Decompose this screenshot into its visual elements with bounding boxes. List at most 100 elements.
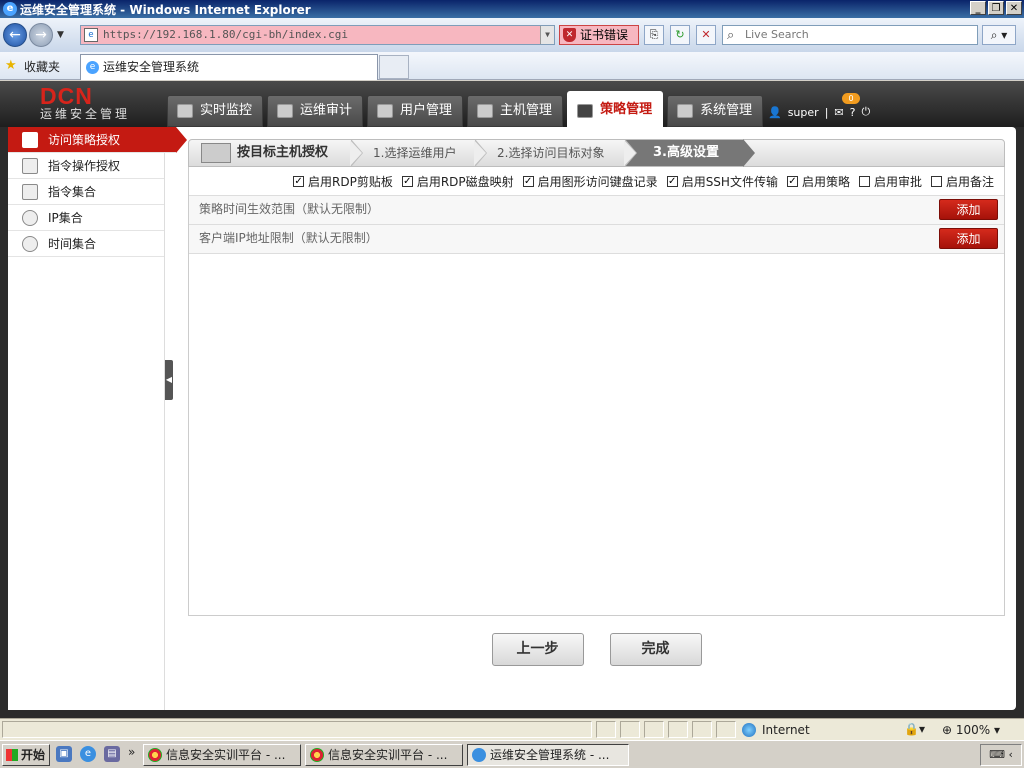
restore-button[interactable]: ❐ [988,1,1004,15]
taskbar-item[interactable]: 信息安全实训平台 - ... [143,744,301,766]
step-select-targets[interactable]: 2.选择访问目标对象 [475,139,637,167]
tray-expand-icon[interactable]: ‹ [1008,748,1012,761]
close-window-button[interactable]: ✕ [1006,1,1022,15]
new-tab-button[interactable] [379,55,409,79]
browser-tab[interactable]: e 运维安全管理系统 [80,54,378,80]
step-select-users[interactable]: 1.选择运维用户 [351,139,487,167]
chrome-icon [310,748,324,762]
checkbox[interactable]: ✓ [786,175,798,187]
keyboard-icon[interactable]: ⌨ [989,748,1005,761]
host-icon [477,104,494,118]
sidebar-item-label: IP集合 [48,211,83,225]
checkbox[interactable]: ✓ [293,175,305,187]
nav-tab-policy[interactable]: 策略管理 [567,91,664,127]
checkbox[interactable] [930,175,942,187]
refresh-icon[interactable]: ↻ [670,25,690,45]
sidebar-collapse-handle[interactable]: ◀ [165,360,173,400]
windows-logo-icon [6,749,18,761]
mail-icon[interactable]: ✉ [834,106,843,119]
certificate-error-button[interactable]: ✕ 证书错误 [559,25,639,45]
cert-error-label: 证书错误 [580,28,629,42]
option-label: 启用RDP磁盘映射 [416,174,514,189]
minimize-button[interactable]: _ [970,1,986,15]
checkbox[interactable]: ✓ [522,175,534,187]
ip-set-icon [22,210,38,226]
sidebar-item-time-set[interactable]: 时间集合 [8,231,164,257]
main-nav: 实时监控 运维审计 用户管理 主机管理 策略管理 系统管理 [167,91,764,131]
prev-button[interactable]: 上一步 [491,633,584,666]
time-range-label: 策略时间生效范围（默认无限制） [199,202,380,216]
browser-statusbar: Internet 🔒▾ ⊕ 100% ▾ [0,718,1024,740]
finish-button[interactable]: 完成 [609,633,702,666]
settings-panel: ✓ 启用RDP剪贴板 ✓ 启用RDP磁盘映射 ✓ 启用图形访问键盘记录 ✓ 启用SSH文… [188,167,1005,616]
nav-tab-audit[interactable]: 运维审计 [267,95,364,127]
checkbox[interactable] [858,175,870,187]
option-rdp-disk[interactable]: ✓ 启用RDP磁盘映射 [401,173,514,190]
user-area: 👤 super | ✉ ? ⏻ [768,105,870,119]
users-icon [377,104,394,118]
address-input[interactable]: e https://192.168.1.80/cgi-bh/index.cgi … [80,25,555,45]
chrome-icon [148,748,162,762]
forward-button[interactable]: → [29,23,53,47]
address-dropdown-icon[interactable]: ▼ [540,26,554,44]
task-label: 信息安全实训平台 - ... [166,748,286,762]
zoom-control[interactable]: ⊕ 100% ▾ [942,722,1000,738]
command-auth-icon [22,158,38,174]
ie-icon [472,748,486,762]
taskbar-item[interactable]: 信息安全实训平台 - ... [305,744,463,766]
quicklaunch-more-icon[interactable]: » [128,745,135,759]
system-tray[interactable]: ⌨ ‹ [980,744,1022,766]
option-rdp-clipboard[interactable]: ✓ 启用RDP剪贴板 [293,173,393,190]
stop-icon[interactable]: ✕ [696,25,716,45]
status-cell [596,721,616,738]
checkbox[interactable]: ✓ [666,175,678,187]
show-desktop-icon[interactable]: ▣ [56,746,72,762]
sidebar-item-label: 时间集合 [48,237,97,251]
back-button[interactable]: ← [3,23,27,47]
message-count-badge: 0 [842,93,860,104]
option-remark[interactable]: 启用备注 [930,173,994,190]
step-label: 3.高级设置 [653,145,719,160]
option-keylog[interactable]: ✓ 启用图形访问键盘记录 [522,173,658,190]
monitor-icon [177,104,193,118]
nav-tab-users[interactable]: 用户管理 [367,95,464,127]
sidebar-item-command-auth[interactable]: 指令操作授权 [8,153,164,179]
logo-text: DCN [40,83,93,109]
taskbar-item-active[interactable]: 运维安全管理系统 - ... [467,744,629,766]
option-ssh-transfer[interactable]: ✓ 启用SSH文件传输 [666,173,778,190]
nav-tab-monitor[interactable]: 实时监控 [167,95,264,127]
favorites-label[interactable]: 收藏夹 [24,58,60,75]
search-input[interactable]: ⌕ Live Search [722,25,978,45]
add-time-range-button[interactable]: 添加 [939,199,998,220]
sidebar-item-ip-set[interactable]: IP集合 [8,205,164,231]
option-enable-policy[interactable]: ✓ 启用策略 [786,173,850,190]
option-approval[interactable]: 启用审批 [858,173,922,190]
username[interactable]: super [788,106,819,119]
favorites-star-icon[interactable]: ★ [5,58,17,73]
step-advanced-settings[interactable]: 3.高级设置 [625,139,755,167]
start-button[interactable]: 开始 [2,744,50,766]
nav-tab-system[interactable]: 系统管理 [667,95,764,127]
sidebar-item-access-policy[interactable]: 访问策略授权 [8,127,187,153]
add-client-ip-button[interactable]: 添加 [939,228,998,249]
sidebar-item-command-set[interactable]: 指令集合 [8,179,164,205]
nav-tab-hosts[interactable]: 主机管理 [467,95,564,127]
compatibility-icon[interactable]: ⎘ [644,25,664,45]
app-frame: DCN 运维安全管理 实时监控 运维审计 用户管理 主机管理 策略管理 系统管理… [0,81,1024,718]
nav-label: 主机管理 [500,103,553,118]
window-controls: _ ❐ ✕ [970,1,1022,15]
search-button[interactable]: ⌕ ▾ [982,25,1016,45]
policy-icon [577,104,594,118]
logout-icon[interactable]: ⏻ [861,105,870,119]
nav-label: 实时监控 [200,103,253,118]
checkbox[interactable]: ✓ [401,175,413,187]
status-cell [644,721,664,738]
history-dropdown-icon[interactable]: ▼ [57,30,64,40]
taskbar: 开始 ▣ e ▤ » 信息安全实训平台 - ... 信息安全实训平台 - ...… [0,740,1024,768]
ie-quicklaunch-icon[interactable]: e [80,746,96,762]
protected-mode-icon[interactable]: 🔒▾ [904,722,925,736]
option-label: 启用审批 [873,174,922,189]
help-icon[interactable]: ? [850,106,856,119]
sidebar-item-label: 访问策略授权 [48,133,121,147]
quicklaunch-icon[interactable]: ▤ [104,746,120,762]
